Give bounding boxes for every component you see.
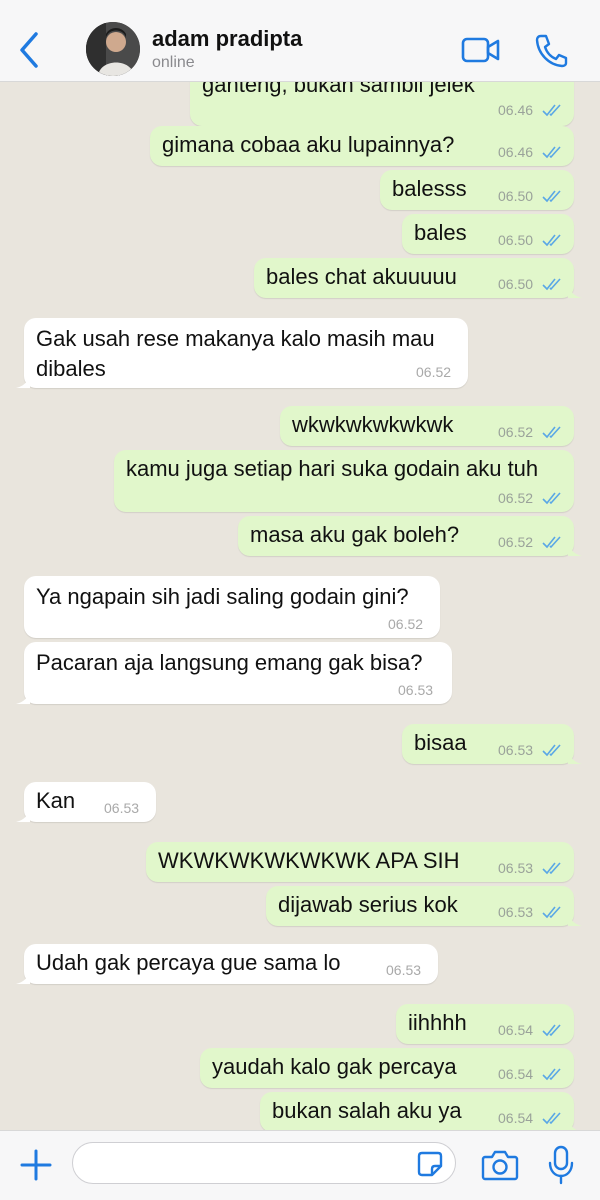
message-text: iihhhh [408, 1010, 467, 1035]
double-check-icon [542, 146, 561, 159]
microphone-icon [548, 1145, 574, 1185]
message-time: 06.54 [498, 1110, 534, 1126]
chevron-left-icon [20, 32, 38, 68]
message-time: 06.53 [398, 682, 434, 698]
message-time: 06.52 [498, 534, 534, 550]
double-check-icon [542, 862, 561, 875]
message-time: 06.53 [498, 860, 534, 876]
contact-status: online [152, 54, 195, 71]
message-time: 06.50 [498, 188, 534, 204]
message-time: 06.53 [498, 904, 534, 920]
message-text: bukan salah aku ya [272, 1098, 462, 1123]
double-check-icon [542, 190, 561, 203]
chat-area[interactable]: ganteng, bukan sambil jelek 06.46 gimana… [0, 0, 600, 1148]
double-check-icon [542, 536, 561, 549]
bubble-tail [568, 912, 582, 926]
message-time: 06.52 [416, 364, 452, 380]
message-text: wkwkwkwkwkwk [292, 412, 454, 437]
message-bubble-incoming[interactable]: Ya ngapain sih jadi saling godain gini? … [24, 576, 440, 638]
bubble-tail [16, 690, 30, 704]
message-text: bales chat akuuuuu [266, 264, 457, 289]
message-bubble-incoming[interactable]: Udah gak percaya gue sama lo 06.53 [16, 944, 438, 984]
double-check-icon [542, 234, 561, 247]
message-bubble-incoming[interactable]: Kan 06.53 [16, 782, 156, 822]
double-check-icon [542, 906, 561, 919]
double-check-icon [542, 492, 561, 505]
message-text: Udah gak percaya gue sama lo [36, 950, 341, 975]
double-check-icon [542, 1112, 561, 1125]
message-text: balesss [392, 176, 467, 201]
message-time: 06.52 [498, 490, 534, 506]
message-bubble-outgoing[interactable]: WKWKWKWKWKWK APA SIH 06.53 [146, 842, 574, 882]
message-bubble-outgoing[interactable]: dijawab serius kok 06.53 [266, 886, 582, 926]
message-text: yaudah kalo gak percaya [212, 1054, 457, 1079]
message-text: Pacaran aja langsung emang gak bisa? [36, 650, 423, 675]
message-time: 06.46 [498, 102, 534, 118]
message-bubble-outgoing[interactable]: bukan salah aku ya 06.54 [260, 1092, 582, 1132]
message-text: bisaa [414, 730, 467, 755]
message-bubble-outgoing[interactable]: yaudah kalo gak percaya 06.54 [200, 1048, 574, 1088]
message-bubble-outgoing[interactable]: gimana cobaa aku lupainnya? 06.46 [150, 126, 574, 166]
double-check-icon [542, 278, 561, 291]
message-time: 06.54 [498, 1022, 534, 1038]
camera-icon [481, 1150, 519, 1181]
message-text: Ya ngapain sih jadi saling godain gini? [36, 584, 409, 609]
message-text: Gak usah rese makanya kalo masih mau dib… [36, 326, 435, 381]
phone-icon [535, 34, 568, 68]
message-text: Kan [36, 788, 76, 813]
message-bubble-outgoing[interactable]: masa aku gak boleh? 06.52 [238, 516, 582, 556]
double-check-icon [542, 744, 561, 757]
message-bubble-outgoing[interactable]: iihhhh 06.54 [396, 1004, 574, 1044]
video-camera-icon [461, 37, 500, 63]
microphone-button[interactable] [546, 1144, 576, 1186]
attach-button[interactable] [16, 1145, 56, 1185]
message-text: masa aku gak boleh? [250, 522, 460, 547]
message-time: 06.52 [498, 424, 534, 440]
message-time: 06.46 [498, 144, 534, 160]
message-text: dijawab serius kok [278, 892, 458, 917]
bubble-tail [16, 808, 30, 822]
message-bubble-outgoing[interactable]: bales 06.50 [402, 214, 574, 254]
message-text: bales [414, 220, 467, 245]
double-check-icon [542, 104, 561, 117]
double-check-icon [542, 1068, 561, 1081]
avatar[interactable] [86, 22, 140, 76]
message-bubble-outgoing[interactable]: kamu juga setiap hari suka godain aku tu… [114, 450, 574, 512]
video-call-button[interactable] [460, 32, 502, 68]
bubble-tail [16, 970, 30, 984]
message-bubble-outgoing[interactable]: balesss 06.50 [380, 170, 574, 210]
voice-call-button[interactable] [532, 30, 568, 70]
message-bubble-incoming[interactable]: Gak usah rese makanya kalo masih mau dib… [16, 318, 468, 388]
camera-button[interactable] [480, 1147, 520, 1183]
message-text: kamu juga setiap hari suka godain aku tu… [126, 456, 539, 481]
plus-icon [20, 1149, 52, 1181]
message-time: 06.50 [498, 276, 534, 292]
message-text: gimana cobaa aku lupainnya? [162, 132, 455, 157]
message-bubble-outgoing[interactable]: bales chat akuuuuu 06.50 [254, 258, 582, 298]
message-time: 06.53 [498, 742, 534, 758]
bubble-tail [568, 750, 582, 764]
message-time: 06.54 [498, 1066, 534, 1082]
message-bubble-outgoing[interactable]: bisaa 06.53 [402, 724, 582, 764]
message-time: 06.50 [498, 232, 534, 248]
bubble-tail [16, 374, 30, 388]
double-check-icon [542, 426, 561, 439]
sticker-button[interactable] [416, 1150, 444, 1178]
bubble-tail [568, 542, 582, 556]
contact-name[interactable]: adam pradipta [152, 26, 302, 52]
message-text: WKWKWKWKWKWK APA SIH [158, 848, 460, 873]
chat-header: adam pradipta online [0, 0, 600, 82]
message-time: 06.52 [388, 616, 424, 632]
message-bubble-incoming[interactable]: Pacaran aja langsung emang gak bisa? 06.… [16, 642, 452, 704]
double-check-icon [542, 1024, 561, 1037]
back-button[interactable] [14, 28, 44, 72]
message-bubble-outgoing[interactable]: wkwkwkwkwkwk 06.52 [280, 406, 574, 446]
message-time: 06.53 [386, 962, 422, 978]
sticker-icon [417, 1151, 443, 1177]
avatar-photo-icon [86, 22, 140, 76]
bubble-tail [568, 284, 582, 298]
message-time: 06.53 [104, 800, 140, 816]
composer-bar [0, 1130, 600, 1200]
message-input[interactable] [72, 1142, 456, 1184]
